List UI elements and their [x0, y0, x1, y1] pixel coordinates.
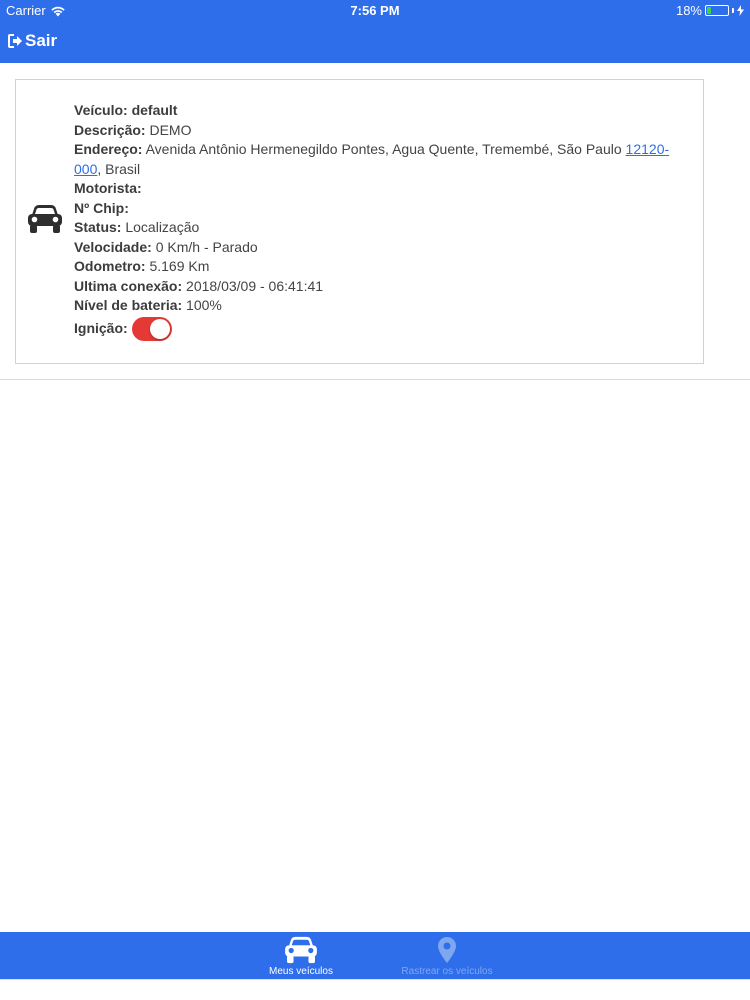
logout-button[interactable]: Sair — [8, 31, 57, 51]
endereco-value: Avenida Antônio Hermenegildo Pontes, Agu… — [145, 141, 622, 157]
ignicao-row: Ignição: — [74, 316, 684, 341]
tab-rastrear-veiculos[interactable]: Rastrear os veículos — [372, 932, 522, 979]
tab-meus-veiculos[interactable]: Meus veículos — [226, 932, 376, 979]
car-icon — [26, 204, 64, 239]
odometro-value: 5.169 Km — [149, 258, 210, 274]
home-indicator-area — [0, 979, 750, 1000]
car-icon — [285, 936, 317, 964]
tab-label: Meus veículos — [269, 966, 333, 977]
descricao-value: DEMO — [149, 121, 192, 138]
status-row: Status: Localização — [74, 218, 684, 238]
tab-bar: Meus veículos Rastrear os veículos — [0, 932, 750, 979]
veiculo-value: default — [131, 102, 178, 118]
veiculo-row: Veículo: default — [74, 101, 684, 121]
vehicle-list: Veículo: default Descrição: DEMO Endereç… — [0, 63, 750, 380]
status-value: Localização — [125, 219, 200, 235]
chip-label: Nº Chip: — [74, 199, 129, 216]
vehicle-card[interactable]: Veículo: default Descrição: DEMO Endereç… — [15, 79, 704, 364]
status-bar: Carrier 7:56 PM 18% — [0, 0, 750, 22]
ultima-conexao-value: 2018/03/09 - 06:41:41 — [186, 277, 324, 294]
battery-tip — [732, 8, 734, 13]
motorista-row: Motorista: — [74, 179, 684, 199]
logout-label: Sair — [25, 31, 58, 50]
bateria-label: Nível de bateria: — [74, 297, 183, 313]
vehicle-info: Veículo: default Descrição: DEMO Endereç… — [74, 101, 684, 341]
toggle-knob — [149, 318, 170, 339]
chip-row: Nº Chip: — [74, 199, 684, 219]
endereco-row: Endereço: Avenida Antônio Hermenegildo P… — [74, 140, 684, 179]
motorista-label: Motorista: — [74, 180, 142, 196]
endereco-country: , Brasil — [97, 160, 141, 177]
map-pin-icon — [438, 937, 456, 963]
ultima-conexao-row: Ultima conexão: 2018/03/09 - 06:41:41 — [74, 277, 684, 297]
bateria-value: 100% — [186, 297, 222, 313]
veiculo-label: Veículo: — [74, 102, 128, 118]
descricao-label: Descrição: — [74, 121, 146, 138]
status-time: 7:56 PM — [350, 3, 400, 18]
velocidade-label: Velocidade: — [74, 238, 152, 255]
velocidade-row: Velocidade: 0 Km/h - Parado — [74, 238, 684, 258]
odometro-row: Odometro: 5.169 Km — [74, 257, 684, 277]
descricao-row: Descrição: DEMO — [74, 121, 684, 141]
battery-icon — [705, 5, 729, 16]
ignicao-toggle[interactable] — [131, 316, 172, 341]
battery-fill — [707, 7, 711, 14]
status-label: Status: — [74, 219, 122, 235]
endereco-label: Endereço: — [74, 141, 143, 157]
ultima-conexao-label: Ultima conexão: — [74, 277, 183, 294]
charging-bolt-icon — [737, 5, 744, 16]
bateria-row: Nível de bateria: 100% — [74, 296, 684, 316]
odometro-label: Odometro: — [74, 258, 146, 274]
sign-out-icon — [8, 34, 22, 48]
tab-label: Rastrear os veículos — [401, 966, 493, 977]
ignicao-label: Ignição: — [74, 319, 128, 336]
battery-indicator: 18% — [676, 3, 744, 18]
velocidade-value: 0 Km/h - Parado — [155, 238, 258, 255]
battery-percent: 18% — [675, 3, 702, 18]
top-bar: Carrier 7:56 PM 18% Sair — [0, 0, 750, 63]
